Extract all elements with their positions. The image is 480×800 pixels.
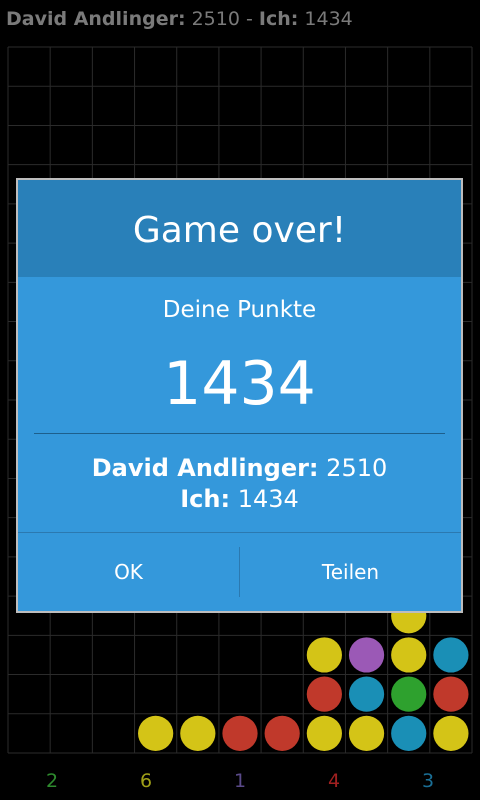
ball-yellow[interactable] [138, 715, 174, 752]
dialog-body: Deine Punkte 1434 David Andlinger: 2510 … [18, 277, 461, 533]
game-over-dialog: Game over! Deine Punkte 1434 David Andli… [16, 178, 463, 613]
player1-score: 2510 [326, 454, 388, 482]
ball-yellow[interactable] [348, 715, 385, 752]
ball-yellow[interactable] [180, 715, 216, 752]
ball-yellow[interactable] [391, 637, 427, 673]
ball-purple[interactable] [348, 637, 385, 673]
score-value: 1434 [163, 349, 316, 419]
score-line-player1: David Andlinger: 2510 [18, 453, 461, 484]
color-count: 6 [139, 770, 153, 792]
ball-red[interactable] [264, 715, 300, 752]
score-label: Deine Punkte [162, 297, 317, 323]
color-count: 3 [421, 770, 435, 792]
ball-red[interactable] [433, 676, 469, 712]
ball-blue[interactable] [348, 676, 385, 712]
ball-yellow[interactable] [433, 715, 469, 752]
dialog-actions: OK Teilen [18, 532, 461, 611]
ball-red[interactable] [306, 676, 342, 712]
dialog-title: Game over! [18, 180, 461, 277]
ball-blue[interactable] [391, 715, 427, 752]
player2-name: Ich: [180, 485, 231, 513]
ball-blue[interactable] [433, 637, 469, 673]
player2-score: 1434 [237, 485, 299, 513]
color-count: 1 [233, 770, 247, 792]
color-count: 4 [327, 770, 341, 792]
ball-yellow[interactable] [306, 637, 342, 673]
ok-button[interactable]: OK [18, 533, 239, 611]
player1-name: David Andlinger: [91, 454, 319, 482]
score-line-player2: Ich: 1434 [18, 484, 461, 515]
ball-yellow[interactable] [306, 715, 342, 752]
share-button[interactable]: Teilen [240, 533, 461, 611]
dialog-divider [34, 433, 445, 434]
ball-green[interactable] [391, 676, 427, 712]
scores-summary: David Andlinger: 2510 Ich: 1434 [18, 453, 461, 515]
color-count: 2 [45, 770, 59, 792]
ball-red[interactable] [222, 715, 258, 752]
